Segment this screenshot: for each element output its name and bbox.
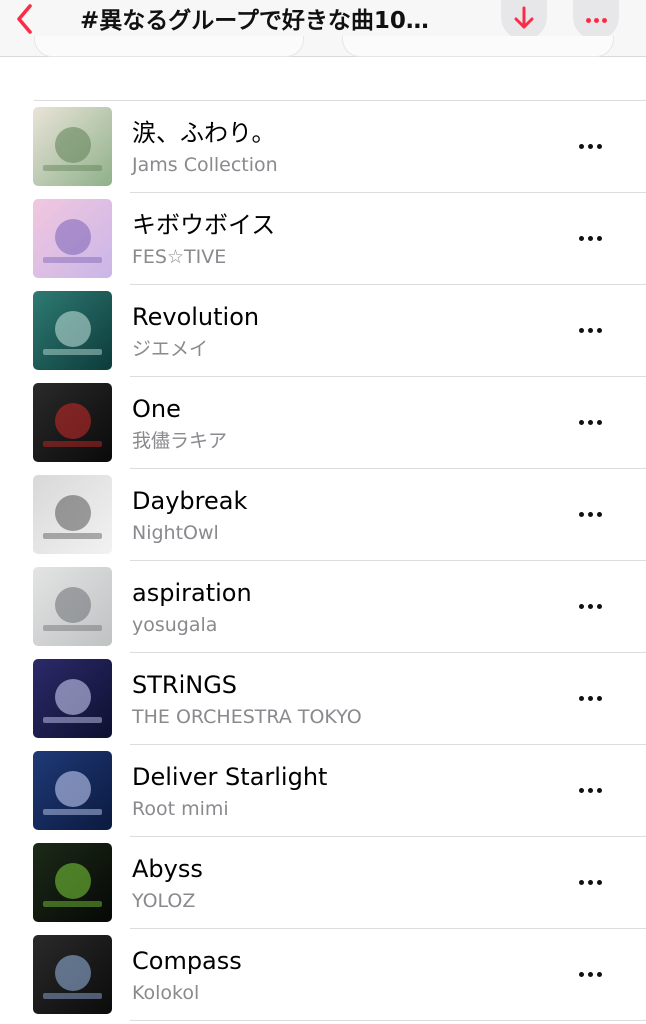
- track-more-button[interactable]: [570, 959, 610, 989]
- track-artist: ジエメイ: [132, 338, 209, 360]
- track-title: Revolution: [132, 303, 260, 331]
- row-divider: [130, 1020, 646, 1021]
- ellipsis-icon: [585, 17, 607, 23]
- album-art: [33, 475, 112, 554]
- track-title: One: [132, 395, 181, 423]
- track-row[interactable]: 涙、ふわり。 Jams Collection: [0, 101, 646, 193]
- shuffle-button[interactable]: [342, 36, 614, 57]
- album-art: [33, 199, 112, 278]
- track-artist: FES☆TIVE: [132, 246, 227, 268]
- track-artist: yosugala: [132, 614, 218, 636]
- track-more-button[interactable]: [570, 407, 610, 437]
- more-options-button[interactable]: [573, 0, 619, 40]
- track-row[interactable]: aspiration yosugala: [0, 561, 646, 653]
- track-more-button[interactable]: [570, 775, 610, 805]
- album-art: [33, 291, 112, 370]
- track-artist: NightOwl: [132, 522, 219, 544]
- album-art: [33, 567, 112, 646]
- track-row[interactable]: Compass Kolokol: [0, 929, 646, 1021]
- arrow-down-icon: [513, 5, 535, 35]
- track-title: キボウボイス: [132, 211, 276, 239]
- play-button[interactable]: [34, 36, 304, 57]
- track-row[interactable]: キボウボイス FES☆TIVE: [0, 193, 646, 285]
- album-art: [33, 659, 112, 738]
- chevron-left-icon: [14, 3, 36, 39]
- track-more-button[interactable]: [570, 315, 610, 345]
- track-title: Daybreak: [132, 487, 248, 515]
- album-art: [33, 383, 112, 462]
- album-art: [33, 107, 112, 186]
- track-artist: YOLOZ: [132, 890, 196, 912]
- album-art: [33, 751, 112, 830]
- track-artist: THE ORCHESTRA TOKYO: [132, 706, 362, 728]
- track-row[interactable]: STRiNGS THE ORCHESTRA TOKYO: [0, 653, 646, 745]
- track-title: 涙、ふわり。: [132, 119, 276, 147]
- download-button[interactable]: [501, 0, 547, 40]
- track-more-button[interactable]: [570, 223, 610, 253]
- track-row[interactable]: One 我儘ラキア: [0, 377, 646, 469]
- track-artist: Root mimi: [132, 798, 229, 820]
- track-row[interactable]: Daybreak NightOwl: [0, 469, 646, 561]
- track-row[interactable]: Abyss YOLOZ: [0, 837, 646, 929]
- album-art: [33, 843, 112, 922]
- track-artist: Kolokol: [132, 982, 200, 1004]
- track-more-button[interactable]: [570, 867, 610, 897]
- track-more-button[interactable]: [570, 591, 610, 621]
- back-button[interactable]: [8, 2, 42, 40]
- track-more-button[interactable]: [570, 499, 610, 529]
- track-list: 涙、ふわり。 Jams Collection キボウボイス FES☆TIVE R…: [0, 101, 646, 1021]
- track-title: Deliver Starlight: [132, 763, 328, 791]
- track-row[interactable]: Deliver Starlight Root mimi: [0, 745, 646, 837]
- playlist-title: #異なるグループで好きな曲10…: [80, 8, 429, 34]
- track-title: aspiration: [132, 579, 252, 607]
- track-title: Compass: [132, 947, 242, 975]
- track-title: STRiNGS: [132, 671, 238, 699]
- track-more-button[interactable]: [570, 131, 610, 161]
- track-artist: 我儘ラキア: [132, 430, 228, 452]
- navigation-bar: #異なるグループで好きな曲10…: [0, 0, 646, 57]
- track-artist: Jams Collection: [132, 154, 278, 176]
- track-more-button[interactable]: [570, 683, 610, 713]
- track-row[interactable]: Revolution ジエメイ: [0, 285, 646, 377]
- track-title: Abyss: [132, 855, 203, 883]
- album-art: [33, 935, 112, 1014]
